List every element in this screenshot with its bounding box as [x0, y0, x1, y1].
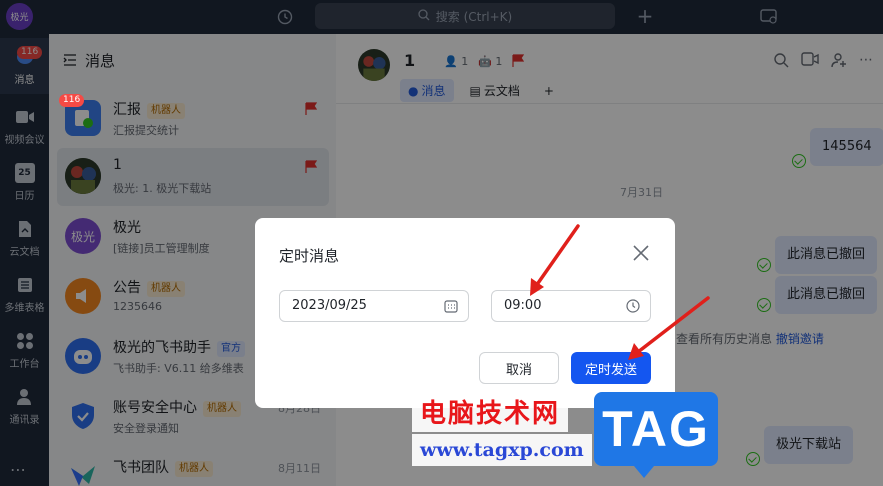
close-icon[interactable] — [631, 243, 651, 263]
schedule-send-button[interactable]: 定时发送 — [571, 352, 651, 384]
clock-icon — [626, 299, 640, 313]
cancel-button[interactable]: 取消 — [479, 352, 559, 384]
date-picker-field[interactable]: 2023/09/25 — [279, 290, 469, 322]
watermark-logo: TAG — [594, 392, 718, 478]
scheduled-message-dialog: 定时消息 2023/09/25 09:00 取消 定时发送 — [255, 218, 675, 408]
unread-badge: 116 — [59, 94, 85, 107]
calendar-icon — [444, 300, 458, 313]
time-picker-field[interactable]: 09:00 — [491, 290, 651, 322]
watermark-url: www.tagxp.com — [412, 434, 592, 466]
watermark-text: 电脑技术网 — [412, 396, 569, 432]
dialog-title: 定时消息 — [279, 247, 340, 265]
date-value: 2023/09/25 — [292, 298, 367, 313]
time-value: 09:00 — [504, 298, 542, 313]
